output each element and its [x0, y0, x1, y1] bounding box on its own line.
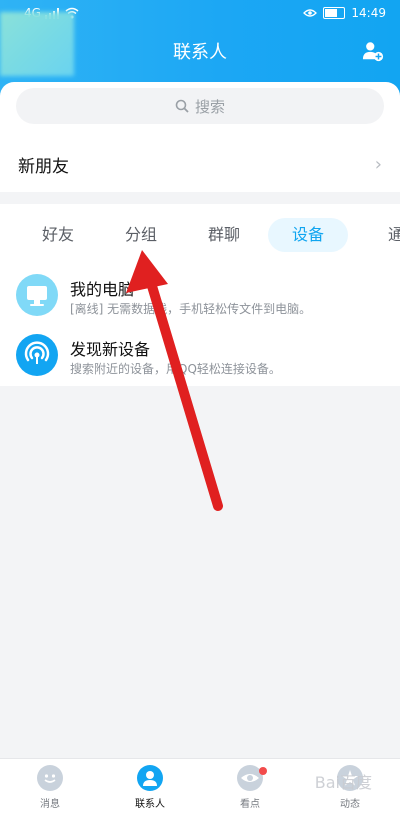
device-row-discover[interactable]: 发现新设备 搜索附近的设备，用QQ轻松连接设备。	[0, 326, 400, 386]
battery-icon	[323, 7, 346, 19]
nav-watch[interactable]: 看点	[210, 765, 290, 810]
nav-contacts[interactable]: 联系人	[110, 765, 190, 810]
nav-label: 联系人	[135, 799, 165, 810]
device-row-my-computer[interactable]: 我的电脑 [离线] 无需数据线，手机轻松传文件到电脑。	[0, 266, 400, 326]
add-contact-icon[interactable]	[362, 40, 384, 62]
messages-icon	[37, 765, 63, 791]
section-gap	[0, 192, 400, 204]
search-icon	[175, 99, 189, 113]
device-subtitle: [离线] 无需数据线，手机轻松传文件到电脑。	[70, 302, 312, 316]
device-title: 我的电脑	[70, 280, 135, 299]
tab-phone-contacts[interactable]: 通讯	[374, 218, 400, 252]
search-placeholder: 搜索	[194, 97, 225, 116]
device-subtitle: 搜索附近的设备，用QQ轻松连接设备。	[70, 362, 281, 376]
computer-icon	[16, 274, 58, 316]
search-input[interactable]: 搜索	[16, 88, 384, 124]
nav-label: 动态	[340, 799, 360, 810]
notification-dot	[259, 767, 267, 775]
watermark: Bai百度	[314, 773, 372, 792]
page-title: 联系人	[173, 42, 227, 63]
nav-label: 消息	[40, 799, 60, 810]
nav-label: 看点	[240, 799, 260, 810]
eye-icon	[303, 9, 318, 17]
contacts-card: 搜索 新朋友 ›	[0, 82, 400, 192]
contacts-icon	[137, 765, 163, 791]
new-friends-label: 新朋友	[18, 156, 69, 177]
tab-friends[interactable]: 好友	[28, 218, 88, 252]
tab-groups[interactable]: 分组	[111, 218, 171, 252]
tab-group-chats[interactable]: 群聊	[194, 218, 254, 252]
discover-device-icon	[16, 334, 58, 376]
status-time: 14:49	[351, 6, 386, 20]
chevron-right-icon: ›	[374, 153, 382, 175]
device-list-section: 好友 分组 群聊 设备 通讯 我的电脑 [离线] 无需数据线，手机轻松传文件到电…	[0, 204, 400, 386]
tab-devices[interactable]: 设备	[268, 218, 348, 252]
tabs: 好友 分组 群聊 设备 通讯	[0, 204, 400, 266]
device-title: 发现新设备	[70, 340, 151, 359]
status-right: 14:49	[303, 6, 386, 20]
nav-messages[interactable]: 消息	[10, 765, 90, 810]
new-friends-row[interactable]: 新朋友 ›	[0, 137, 400, 191]
bottom-nav: 消息 联系人 看点 动态 Bai百度	[0, 758, 400, 817]
